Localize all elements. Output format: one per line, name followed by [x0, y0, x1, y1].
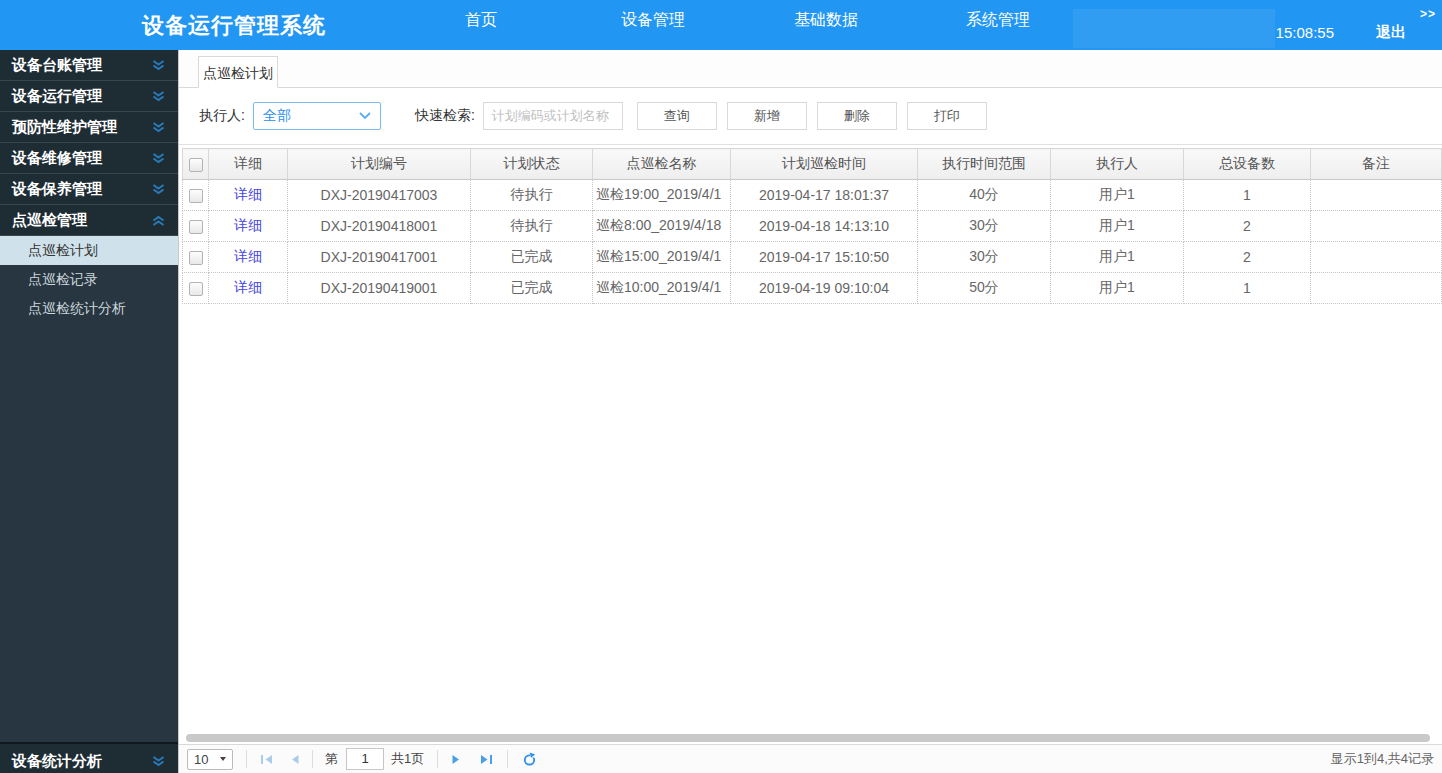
filter-bar: 执行人: 全部 快速检索: 计划编码或计划名称 查询 新增 删除 打印	[179, 88, 1442, 145]
logout-button[interactable]: 退出	[1376, 23, 1406, 42]
table-header-row: 详细 计划编号 计划状态 点巡检名称 计划巡检时间 执行时间范围 执行人 总设备…	[183, 149, 1442, 180]
chevron-double-down-icon	[152, 756, 165, 767]
nav-system[interactable]: 系统管理	[966, 10, 1030, 31]
sidebar-submenu-inspection: 点巡检计划 点巡检记录 点巡检统计分析	[0, 236, 178, 742]
pagination-bar: 10 第 1 共1页	[179, 744, 1442, 773]
sidebar-item-equip-stats[interactable]: 设备统计分析	[0, 742, 178, 773]
nav-base-data[interactable]: 基础数据	[794, 10, 858, 31]
table-row: 详细 DXJ-20190417001 已完成 巡检15:00_2019/4/1 …	[183, 242, 1442, 273]
executor-select[interactable]: 全部	[253, 102, 381, 130]
top-header: 设备运行管理系统 首页 设备管理 基础数据 系统管理 15:08:55 退出 >…	[0, 0, 1442, 50]
table-row: 详细 DXJ-20190417003 待执行 巡检19:00_2019/4/1 …	[183, 180, 1442, 211]
horizontal-scrollbar	[179, 733, 1442, 744]
refresh-button[interactable]	[522, 749, 537, 769]
record-summary: 显示1到4,共4记录	[1331, 750, 1434, 768]
print-button[interactable]: 打印	[907, 102, 987, 130]
sidebar-item-equip-run[interactable]: 设备运行管理	[0, 81, 178, 112]
page-number-input[interactable]: 1	[346, 748, 384, 770]
first-page-button[interactable]	[260, 749, 273, 769]
page-prefix: 第	[325, 750, 338, 768]
divider	[437, 750, 438, 768]
select-all-checkbox[interactable]	[189, 158, 203, 172]
page-total: 共1页	[391, 750, 424, 768]
col-remark: 备注	[1311, 149, 1442, 180]
tab-bar: 点巡检计划	[179, 50, 1442, 88]
executor-label: 执行人:	[199, 107, 245, 125]
sidebar: 设备台账管理 设备运行管理 预防性维护管理 设备维修管理 设备保养管理 点巡检管…	[0, 50, 178, 773]
detail-link[interactable]: 详细	[234, 217, 262, 233]
nav-equipment[interactable]: 设备管理	[621, 10, 685, 31]
chevron-double-down-icon	[152, 122, 165, 133]
sidebar-subitem-inspection-stats[interactable]: 点巡检统计分析	[0, 294, 178, 323]
chevron-double-up-icon	[152, 215, 165, 226]
col-executor: 执行人	[1051, 149, 1184, 180]
table-row: 详细 DXJ-20190418001 待执行 巡检8:00_2019/4/18 …	[183, 211, 1442, 242]
col-plan-code: 计划编号	[288, 149, 471, 180]
caret-down-icon	[220, 757, 226, 761]
col-device-count: 总设备数	[1184, 149, 1311, 180]
col-plan-status: 计划状态	[471, 149, 593, 180]
chevron-double-down-icon	[152, 153, 165, 164]
sidebar-subitem-inspection-record[interactable]: 点巡检记录	[0, 265, 178, 294]
detail-link[interactable]: 详细	[234, 279, 262, 295]
user-panel	[1073, 9, 1275, 48]
row-checkbox[interactable]	[189, 220, 203, 234]
clock: 15:08:55	[1276, 24, 1334, 41]
divider	[246, 750, 247, 768]
row-checkbox[interactable]	[189, 282, 203, 296]
add-button[interactable]: 新增	[727, 102, 807, 130]
tab-inspection-plan[interactable]: 点巡检计划	[198, 56, 278, 88]
query-button[interactable]: 查询	[637, 102, 717, 130]
col-exec-range: 执行时间范围	[918, 149, 1051, 180]
next-page-button[interactable]	[451, 749, 461, 769]
detail-link[interactable]: 详细	[234, 248, 262, 264]
table-row: 详细 DXJ-20190419001 已完成 巡检10:00_2019/4/1 …	[183, 273, 1442, 304]
sidebar-subitem-inspection-plan[interactable]: 点巡检计划	[0, 236, 178, 265]
col-plan-time: 计划巡检时间	[731, 149, 918, 180]
main-content: 点巡检计划 执行人: 全部 快速检索: 计划编码或计划名称 查询 新增 删除 打…	[178, 50, 1442, 773]
app: 设备运行管理系统 首页 设备管理 基础数据 系统管理 15:08:55 退出 >…	[0, 0, 1442, 773]
chevron-down-icon	[359, 112, 371, 120]
sidebar-item-maintain[interactable]: 设备保养管理	[0, 174, 178, 205]
row-checkbox[interactable]	[189, 189, 203, 203]
sidebar-item-equip-ledger[interactable]: 设备台账管理	[0, 50, 178, 81]
collapse-icon[interactable]: >>	[1420, 7, 1436, 21]
app-title: 设备运行管理系统	[142, 11, 326, 41]
col-inspection-name: 点巡检名称	[593, 149, 731, 180]
sidebar-filler	[0, 323, 178, 742]
row-checkbox[interactable]	[189, 251, 203, 265]
last-page-button[interactable]	[480, 749, 493, 769]
search-input[interactable]: 计划编码或计划名称	[483, 102, 623, 130]
sidebar-item-repair[interactable]: 设备维修管理	[0, 143, 178, 174]
sidebar-item-preventive[interactable]: 预防性维护管理	[0, 112, 178, 143]
chevron-double-down-icon	[152, 91, 165, 102]
scrollbar-thumb[interactable]	[186, 734, 1430, 742]
col-detail: 详细	[209, 149, 288, 180]
delete-button[interactable]: 删除	[817, 102, 897, 130]
divider	[507, 750, 508, 768]
detail-link[interactable]: 详细	[234, 186, 262, 202]
data-grid: 详细 计划编号 计划状态 点巡检名称 计划巡检时间 执行时间范围 执行人 总设备…	[179, 145, 1442, 733]
prev-page-button[interactable]	[290, 749, 300, 769]
chevron-double-down-icon	[152, 184, 165, 195]
sidebar-item-inspection[interactable]: 点巡检管理	[0, 205, 178, 236]
search-label: 快速检索:	[415, 107, 475, 125]
nav-home[interactable]: 首页	[465, 10, 497, 31]
divider	[312, 750, 313, 768]
chevron-double-down-icon	[152, 60, 165, 71]
page-size-select[interactable]: 10	[187, 749, 233, 770]
